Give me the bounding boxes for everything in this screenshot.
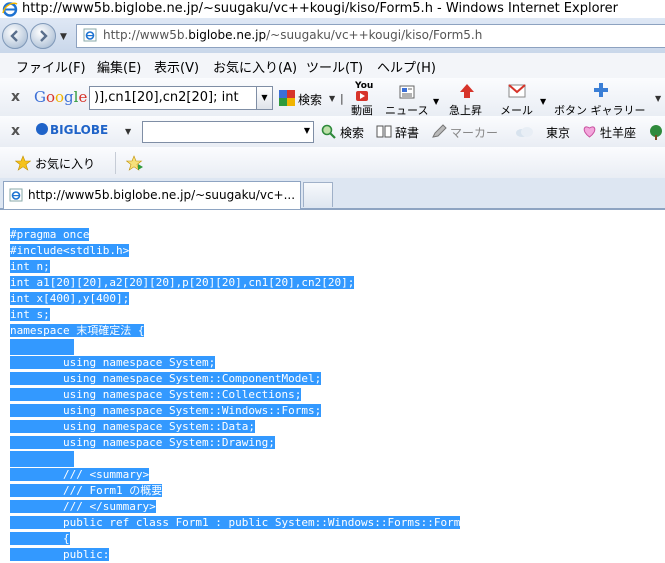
biglobe-search-button[interactable]: 検索 [340, 124, 364, 141]
code-line: /// <summary> [10, 468, 150, 481]
address-url: http://www5b.biglobe.ne.jp/~suugaku/vc++… [103, 28, 483, 42]
marker-pen-icon [432, 124, 447, 138]
forward-arrow-icon [40, 30, 48, 42]
code-line: /// Form1 の概要 [10, 484, 163, 497]
favorites-separator [115, 152, 116, 174]
close-biglobe-toolbar-icon[interactable]: x [11, 123, 20, 139]
weather-location[interactable]: 東京 [546, 124, 570, 141]
tab-label: http://www5b.biglobe.ne.jp/~suugaku/vc+.… [28, 188, 296, 202]
toolbar-separator-icon: | [340, 92, 344, 105]
favorites-button[interactable]: お気に入り [35, 155, 95, 172]
tab-strip: http://www5b.biglobe.ne.jp/~suugaku/vc+.… [0, 178, 665, 210]
menu-view[interactable]: 表示(V) [154, 57, 199, 76]
favorites-bar: お気に入り [0, 147, 665, 179]
menu-bar: ファイル(F) 編集(E) 表示(V) お気に入り(A) ツール(T) ヘルプ(… [0, 53, 665, 79]
new-tab-button[interactable] [303, 182, 333, 207]
biglobe-menu-chevron-icon[interactable]: ▼ [125, 127, 131, 136]
code-line: /// </summary> [10, 500, 156, 513]
favorites-star-icon [15, 155, 31, 171]
page-favicon-icon [83, 28, 97, 42]
news-button[interactable]: ニュース ▼ [383, 81, 443, 117]
chevron-down-icon: ▼ [303, 126, 310, 135]
plus-icon [594, 83, 608, 97]
code-line: using namespace System::Data; [10, 420, 256, 433]
code-line: public ref class Form1 : public System::… [10, 516, 461, 529]
trending-up-icon [460, 84, 474, 98]
back-button[interactable] [2, 23, 28, 49]
google-toolbar: x Google )],cn1[20],cn2[20]; int ▼ 検索 ▼ … [0, 78, 665, 117]
code-line: int x[400],y[400]; [10, 292, 130, 305]
menu-favorites[interactable]: お気に入り(A) [213, 57, 297, 76]
code-line: using namespace System::ComponentModel; [10, 372, 322, 385]
google-logo: Google [34, 88, 88, 106]
mail-button[interactable]: メール ▼ [498, 81, 548, 117]
biglobe-logo: BIGLOBE [36, 123, 110, 139]
title-bar: http://www5b.biglobe.ne.jp/~suugaku/vc++… [0, 0, 665, 18]
code-line: #pragma once [10, 228, 90, 241]
menu-help[interactable]: ヘルプ(H) [377, 57, 436, 76]
page-content: #pragma once #include<stdlib.h> int n; i… [0, 210, 665, 563]
tree-icon [650, 125, 662, 140]
biglobe-toolbar: x BIGLOBE ▼ ▼ 検索 辞書 マーカー 東京 牡羊座 [0, 116, 665, 148]
video-button[interactable]: You 動画 [348, 81, 376, 117]
code-line: using namespace System::Collections; [10, 388, 302, 401]
back-arrow-icon [10, 30, 18, 42]
code-line [10, 339, 460, 355]
search-options-chevron-icon[interactable]: ▼ [329, 94, 335, 103]
code-line: int s; [10, 308, 50, 321]
mail-dropdown-icon: ▼ [540, 97, 547, 106]
google-search-input[interactable]: )],cn1[20],cn2[20]; int [89, 86, 259, 110]
ie-logo-icon [2, 2, 18, 17]
code-line: int a1[20][20],a2[20][20],p[20][20],cn1[… [10, 276, 355, 289]
code-line: namespace 末項確定法 { [10, 324, 145, 337]
menu-file[interactable]: ファイル(F) [16, 57, 86, 76]
code-line: using namespace System::Drawing; [10, 436, 275, 449]
code-line: #include<stdlib.h> [10, 244, 130, 257]
code-line: using namespace System::Windows::Forms; [10, 404, 322, 417]
horoscope-button[interactable]: 牡羊座 [600, 124, 636, 141]
menu-tools[interactable]: ツール(T) [306, 57, 363, 76]
code-line: using namespace System; [10, 356, 216, 369]
address-field[interactable]: http://www5b.biglobe.ne.jp/~suugaku/vc++… [76, 24, 665, 48]
trending-button[interactable]: 急上昇 [447, 81, 487, 117]
news-dropdown-icon: ▼ [433, 97, 440, 106]
google-search-dropdown[interactable]: ▼ [256, 86, 273, 110]
recent-pages-dropdown-icon[interactable]: ▼ [60, 32, 67, 42]
magnifier-icon [321, 124, 336, 139]
add-favorite-icon[interactable] [126, 155, 143, 171]
navigation-bar: ▼ http://www5b.biglobe.ne.jp/~suugaku/vc… [0, 18, 665, 53]
code-line: int n; [10, 260, 50, 273]
biglobe-search-input[interactable]: ▼ [142, 121, 314, 143]
weather-cloud-icon [516, 127, 533, 137]
code-line: public: [10, 548, 110, 561]
dictionary-icon [376, 125, 392, 138]
forward-button[interactable] [30, 23, 56, 49]
heart-icon [583, 126, 596, 138]
mail-icon [508, 84, 526, 98]
google-search-icon [279, 90, 295, 106]
google-search-button[interactable]: 検索 [298, 91, 322, 108]
video-icon [356, 91, 368, 101]
button-gallery-button[interactable]: ボタン ギャラリー [553, 81, 653, 117]
tab-form5[interactable]: http://www5b.biglobe.ne.jp/~suugaku/vc+.… [3, 181, 301, 209]
tab-favicon-icon [9, 188, 23, 202]
marker-button[interactable]: マーカー [450, 124, 498, 141]
code-line [10, 451, 460, 467]
toolbar-overflow-chevron-icon[interactable]: ▼ [655, 94, 661, 103]
dictionary-button[interactable]: 辞書 [395, 124, 419, 141]
news-icon [399, 85, 415, 99]
code-listing[interactable]: #pragma once #include<stdlib.h> int n; i… [10, 227, 461, 563]
menu-edit[interactable]: 編集(E) [97, 57, 141, 76]
code-line: { [10, 532, 70, 545]
window-title: http://www5b.biglobe.ne.jp/~suugaku/vc++… [22, 1, 618, 16]
close-toolbar-icon[interactable]: x [11, 89, 20, 105]
chevron-down-icon: ▼ [261, 93, 268, 102]
